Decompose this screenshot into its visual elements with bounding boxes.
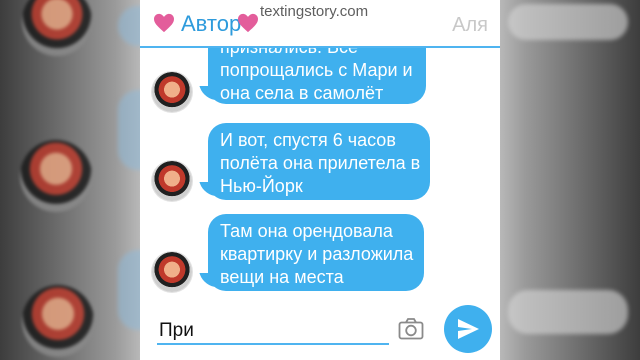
input-underline — [157, 343, 389, 345]
heart-icon — [238, 13, 258, 33]
bubble-tail — [199, 86, 219, 100]
message-line: И вот, спустя 6 часов — [220, 130, 396, 150]
watermark: textingstory.com — [260, 3, 369, 20]
message-bubble[interactable]: И вот, спустя 6 часов полёта она прилете… — [199, 123, 430, 200]
background-avatar — [22, 285, 94, 357]
camera-icon[interactable] — [398, 317, 424, 341]
message-line: она села в самолёт — [220, 83, 384, 103]
message-input[interactable]: При — [159, 320, 194, 342]
message-composer: При — [140, 300, 500, 360]
background-avatar — [20, 140, 92, 212]
message-line: вещи на места — [220, 267, 344, 287]
heart-icon — [154, 13, 174, 33]
message-line: попрощались с Мари и — [220, 60, 413, 80]
message-line: квартирку и разложила — [220, 244, 414, 264]
background-bubble — [508, 290, 628, 334]
chat-title: Автор — [181, 11, 242, 36]
bubble-tail — [199, 273, 219, 287]
avatar[interactable] — [152, 252, 192, 292]
contact-name[interactable]: Аля — [452, 14, 488, 37]
send-button[interactable] — [444, 305, 492, 353]
background-avatar — [22, 0, 92, 56]
message-bubble[interactable]: Там она орендовала квартирку и разложила… — [199, 214, 424, 291]
message-line: полёта она прилетела в — [220, 153, 421, 173]
background-bubble — [508, 4, 628, 40]
avatar[interactable] — [152, 161, 192, 201]
chat-screen: Автор textingstory.com Аля признались. В… — [140, 0, 500, 360]
chat-header-overlay: Автор textingstory.com Аля — [140, 0, 500, 48]
message-line: Нью-Йорк — [220, 176, 303, 196]
bubble-tail — [199, 182, 219, 196]
avatar[interactable] — [152, 72, 192, 112]
message-line: Там она орендовала — [220, 221, 393, 241]
send-icon — [458, 319, 479, 339]
